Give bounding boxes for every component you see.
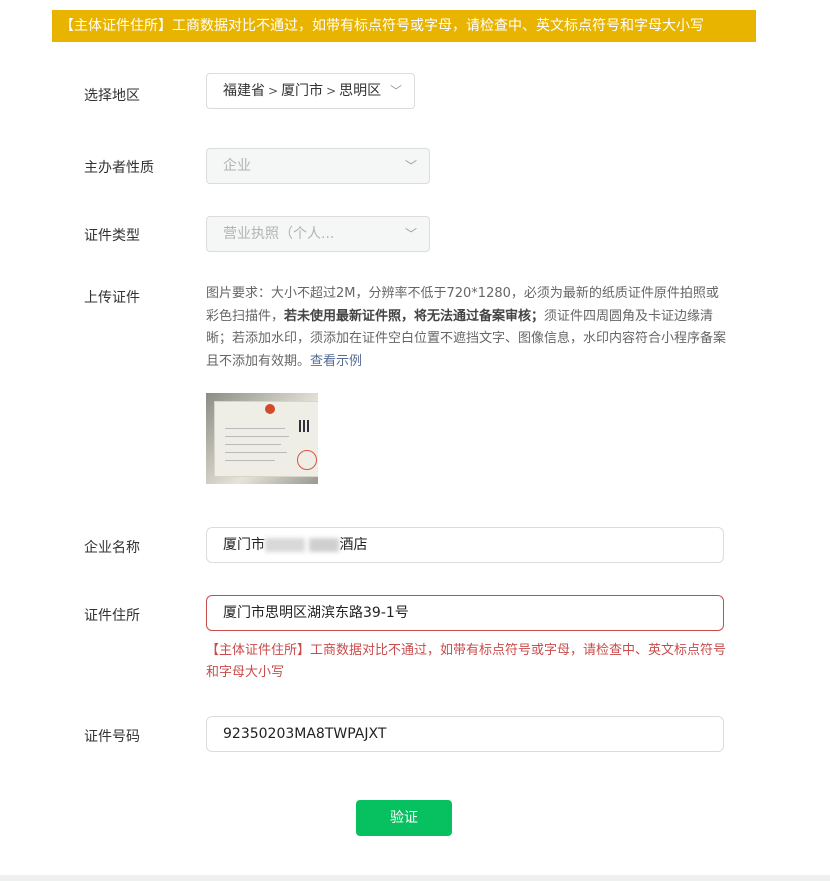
qr-code-icon <box>299 420 311 432</box>
verify-button[interactable]: 验证 <box>356 800 452 836</box>
cert-type-label: 证件类型 <box>84 228 140 244</box>
chevron-down-icon: ﹀ <box>389 84 402 98</box>
chevron-down-icon: ﹀ <box>404 159 417 173</box>
region-city: 厦门市 <box>281 83 324 99</box>
address-input[interactable]: 厦门市思明区湖滨东路39-1号 <box>206 595 724 631</box>
certificate-thumbnail[interactable] <box>206 393 318 484</box>
emblem-icon <box>265 404 275 414</box>
bottom-divider <box>0 875 830 881</box>
region-label: 选择地区 <box>84 88 140 104</box>
organizer-value: 企业 <box>223 158 251 174</box>
view-example-link[interactable]: 查看示例 <box>310 354 362 369</box>
upload-warning: 若未使用最新证件照，将无法通过备案审核； <box>284 308 545 324</box>
redacted-text <box>265 538 305 552</box>
cert-type-value: 营业执照（个人... <box>223 226 335 242</box>
seal-stamp <box>297 450 317 470</box>
redacted-text <box>309 538 340 552</box>
error-banner: 【主体证件住所】工商数据对比不通过，如带有标点符号或字母，请检查中、英文标点符号… <box>52 10 756 42</box>
organizer-label: 主办者性质 <box>84 160 154 176</box>
company-name-input[interactable]: 厦门市 酒店 <box>206 527 724 563</box>
region-province: 福建省 <box>223 83 265 99</box>
upload-requirements: 图片要求：大小不超过2M，分辨率不低于720*1280，必须为最新的纸质证件原件… <box>206 286 727 369</box>
address-label: 证件住所 <box>84 608 140 624</box>
region-separator: > <box>268 84 279 98</box>
region-separator: > <box>326 84 337 98</box>
company-label: 企业名称 <box>84 540 140 556</box>
organizer-select: 企业 ﹀ <box>206 148 430 184</box>
cert-number-input[interactable]: 92350203MA8TWPAJXT <box>206 716 724 752</box>
cert-number-label: 证件号码 <box>84 729 140 745</box>
upload-label: 上传证件 <box>84 290 140 306</box>
chevron-down-icon: ﹀ <box>404 227 417 241</box>
cert-type-select: 营业执照（个人... ﹀ <box>206 216 430 252</box>
region-select[interactable]: 福建省 > 厦门市 > 思明区 ﹀ <box>206 73 415 109</box>
region-district: 思明区 <box>339 83 382 99</box>
address-error-message: 【主体证件住所】工商数据对比不通过，如带有标点符号或字母，请检查中、英文标点符号… <box>206 643 727 680</box>
